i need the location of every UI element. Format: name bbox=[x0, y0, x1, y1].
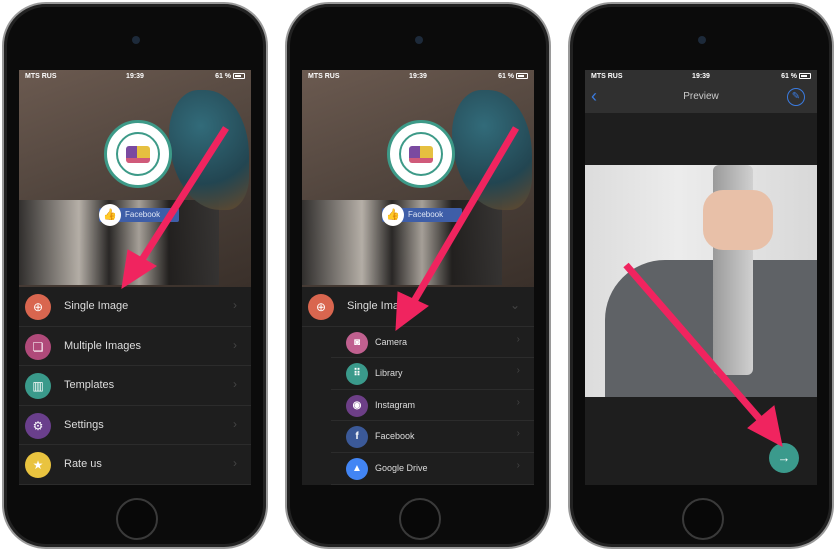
home-screen-expanded: MTS RUS 19:39 61 % 👍 Facebook ⊕ Single Imag… bbox=[302, 70, 534, 485]
app-logo bbox=[104, 120, 172, 188]
header-image: 👍 Facebook bbox=[19, 70, 251, 287]
front-camera bbox=[415, 36, 423, 44]
main-menu: ⊕ Single Image ⌄ ◙ Camera › ⠿ Library › ◉ Insta… bbox=[302, 287, 534, 485]
chevron-right-icon: › bbox=[516, 333, 520, 345]
camera-icon: ◙ bbox=[346, 331, 368, 354]
submenu-label: Instagram bbox=[375, 399, 416, 410]
battery-icon bbox=[799, 73, 811, 80]
chevron-right-icon: › bbox=[516, 365, 520, 377]
battery-icon bbox=[516, 73, 528, 80]
battery: 61 % bbox=[781, 73, 811, 80]
chevron-right-icon: › bbox=[516, 459, 520, 471]
chevron-right-icon: › bbox=[233, 416, 237, 431]
menu-item-settings[interactable]: ⚙ Settings › bbox=[19, 406, 251, 446]
menu-label: Templates bbox=[64, 379, 115, 392]
status-bar: MTS RUS 19:39 61 % bbox=[302, 70, 534, 83]
submenu-item-instagram[interactable]: ◉ Instagram › bbox=[331, 390, 534, 422]
submenu-item-facebook[interactable]: f Facebook › bbox=[331, 421, 534, 453]
chevron-right-icon: › bbox=[233, 298, 237, 312]
submenu-label: Google Drive bbox=[375, 462, 428, 473]
home-button[interactable] bbox=[682, 498, 724, 540]
status-bar: MTS RUS 19:39 61 % bbox=[585, 70, 817, 83]
menu-item-templates[interactable]: ▥ Templates › bbox=[19, 366, 251, 406]
main-menu: ⊕ Single Image › ❏ Multiple Images › ▥ Templa… bbox=[19, 287, 251, 485]
submenu-item-google-drive[interactable]: ▲ Google Drive › bbox=[331, 453, 534, 485]
menu-label: Single Image bbox=[64, 300, 129, 312]
header-image: 👍 Facebook bbox=[302, 70, 534, 287]
home-button[interactable] bbox=[399, 498, 441, 540]
chevron-down-icon: ⌄ bbox=[509, 298, 520, 312]
google-drive-icon: ▲ bbox=[346, 457, 368, 480]
menu-item-multiple-images[interactable]: ❏ Multiple Images › bbox=[19, 327, 251, 367]
multiple-images-icon: ❏ bbox=[25, 333, 51, 360]
facebook-icon: f bbox=[346, 426, 368, 449]
app-logo bbox=[387, 120, 455, 188]
gear-icon: ⚙ bbox=[25, 412, 51, 439]
thumbs-up-icon[interactable]: 👍 bbox=[382, 204, 404, 226]
battery: 61 % bbox=[498, 73, 528, 80]
menu-label: Single Image bbox=[347, 300, 412, 312]
add-file-icon: ⊕ bbox=[25, 294, 51, 320]
menu-label: Rate us bbox=[64, 458, 102, 471]
instagram-icon: ◉ bbox=[346, 394, 368, 417]
menu-item-rate-us[interactable]: ★ Rate us › bbox=[19, 445, 251, 485]
front-camera bbox=[132, 36, 140, 44]
grid-icon: ⠿ bbox=[346, 363, 368, 386]
preview-image bbox=[585, 165, 817, 397]
menu-item-single-image[interactable]: ⊕ Single Image › bbox=[19, 287, 251, 327]
phone-1: MTS RUS 19:39 61 % 👍 Facebook ⊕ Single Imag… bbox=[2, 2, 268, 549]
phone-2: MTS RUS 19:39 61 % 👍 Facebook ⊕ Single Imag… bbox=[285, 2, 551, 549]
nav-bar: ‹ Preview ✎ bbox=[585, 83, 817, 113]
star-icon: ★ bbox=[25, 452, 51, 479]
pencil-icon[interactable]: ✎ bbox=[787, 88, 805, 106]
battery-icon bbox=[233, 73, 245, 80]
submenu-item-library[interactable]: ⠿ Library › bbox=[331, 358, 534, 390]
chevron-right-icon: › bbox=[516, 396, 520, 408]
submenu-item-camera[interactable]: ◙ Camera › bbox=[331, 327, 534, 359]
submenu-label: Camera bbox=[375, 336, 408, 347]
preview-screen: MTS RUS 19:39 61 % ‹ Preview ✎ → bbox=[585, 70, 817, 485]
menu-label: Settings bbox=[64, 418, 104, 431]
next-arrow-button[interactable]: → bbox=[769, 443, 799, 473]
submenu-label: Facebook bbox=[375, 431, 415, 442]
chevron-right-icon: › bbox=[233, 337, 237, 352]
battery: 61 % bbox=[215, 73, 245, 80]
page-title: Preview bbox=[683, 91, 719, 102]
chevron-right-icon: › bbox=[233, 456, 237, 471]
status-bar: MTS RUS 19:39 61 % bbox=[19, 70, 251, 83]
templates-icon: ▥ bbox=[25, 373, 51, 400]
menu-item-single-image[interactable]: ⊕ Single Image ⌄ bbox=[302, 287, 534, 327]
home-button[interactable] bbox=[116, 498, 158, 540]
phone-3: MTS RUS 19:39 61 % ‹ Preview ✎ → bbox=[568, 2, 834, 549]
menu-label: Multiple Images bbox=[64, 339, 142, 352]
chevron-right-icon: › bbox=[516, 428, 520, 440]
front-camera bbox=[698, 36, 706, 44]
add-file-icon: ⊕ bbox=[308, 294, 334, 320]
home-screen: MTS RUS 19:39 61 % 👍 Facebook ⊕ Single Imag… bbox=[19, 70, 251, 485]
chevron-right-icon: › bbox=[233, 377, 237, 392]
submenu-label: Library bbox=[375, 368, 403, 379]
thumbs-up-icon[interactable]: 👍 bbox=[99, 204, 121, 226]
